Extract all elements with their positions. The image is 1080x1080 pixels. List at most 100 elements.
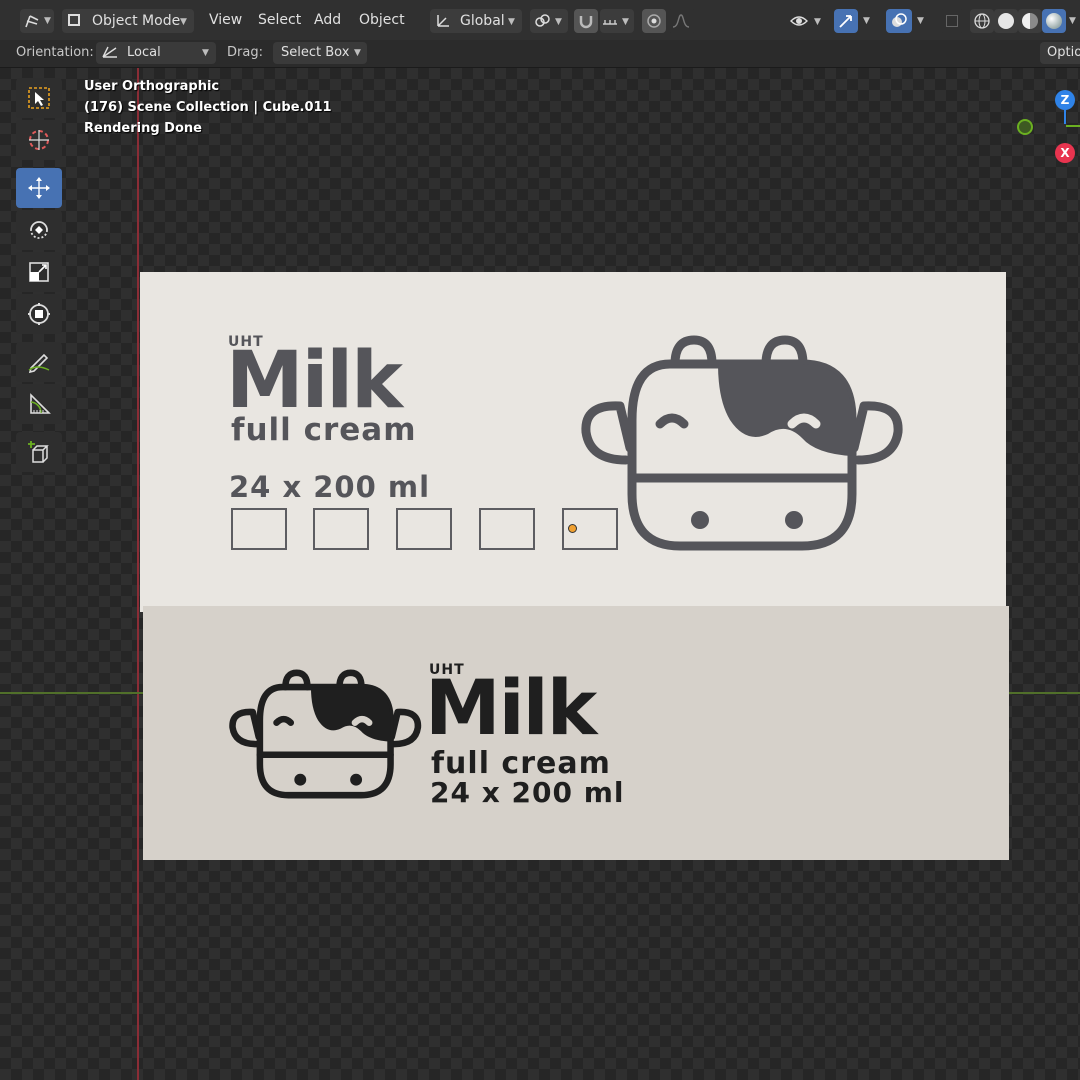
rendered-sphere-icon (1046, 13, 1062, 29)
menu-object[interactable]: Object (359, 12, 405, 28)
rotate-icon (30, 221, 48, 239)
collection-info: (176) Scene Collection | Cube.011 (84, 100, 332, 115)
viewport-header: ▼ Object Mode ▼ View Select Add Object G… (0, 0, 1080, 40)
shading-wireframe-button[interactable] (970, 9, 994, 33)
overlays-toggle[interactable] (886, 9, 912, 33)
chevron-down-icon: ▼ (508, 17, 515, 27)
falloff-curve-icon (672, 14, 690, 28)
chevron-down-icon: ▼ (202, 48, 209, 58)
add-cube-icon (28, 441, 49, 463)
magnet-icon (579, 16, 593, 29)
overlays-icon (892, 13, 907, 27)
tool-scale[interactable] (16, 252, 62, 292)
proportional-edit-toggle[interactable] (642, 9, 666, 33)
y-axis-line (137, 68, 139, 1080)
chevron-down-icon: ▼ (622, 17, 629, 27)
snap-target-dropdown[interactable]: ▼ (600, 9, 634, 33)
drag-dropdown[interactable]: Select Box ▼ (273, 42, 367, 64)
wireframe-sphere-icon (974, 13, 990, 29)
local-axes-icon (102, 46, 117, 58)
chevron-down-icon: ▼ (180, 17, 187, 27)
tool-add-cube[interactable] (16, 432, 62, 472)
gizmo-y-negative-dot[interactable] (1017, 119, 1033, 135)
solid-sphere-icon (998, 13, 1014, 29)
cursor-icon (29, 130, 49, 150)
link-icon (535, 14, 550, 27)
axes-icon (437, 15, 449, 27)
front-brand-label: Milk (425, 663, 597, 752)
chevron-down-icon[interactable]: ▼ (1069, 16, 1076, 26)
orientation-dropdown[interactable]: Local ▼ (96, 42, 216, 64)
mode-dropdown[interactable]: Object Mode ▼ (62, 9, 194, 33)
transform-orientation-label: Global (460, 13, 505, 29)
xray-icon (946, 15, 958, 27)
tool-select-box[interactable] (16, 78, 62, 118)
transform-orientation-dropdown[interactable]: Global ▼ (430, 9, 522, 33)
shading-solid-button[interactable] (994, 9, 1018, 33)
editor-type-button[interactable]: ▼ (20, 9, 54, 33)
chevron-down-icon: ▼ (814, 17, 821, 27)
chevron-down-icon: ▼ (354, 48, 361, 58)
visibility-dropdown[interactable]: ▼ (788, 9, 826, 33)
orientation-value: Local (127, 45, 161, 60)
menu-select[interactable]: Select (258, 12, 301, 28)
pivot-point-dropdown[interactable]: ▼ (530, 9, 568, 33)
xray-toggle[interactable] (940, 9, 964, 33)
object-mode-icon (68, 14, 80, 26)
snap-toggle[interactable] (574, 9, 598, 33)
move-icon (28, 177, 50, 199)
tool-transform[interactable] (16, 294, 62, 334)
top-pack-label: 24 x 200 ml (229, 470, 431, 504)
front-cow-logo (229, 669, 422, 799)
drag-value: Select Box (281, 45, 350, 60)
material-sphere-icon (1022, 13, 1038, 29)
tool-measure[interactable] (16, 384, 62, 424)
options-label: Optio (1047, 45, 1080, 60)
checkbox-square (231, 508, 287, 550)
tool-move[interactable] (16, 168, 62, 208)
orientation-label: Orientation: (16, 45, 94, 60)
eye-icon (790, 16, 808, 26)
checkbox-square (479, 508, 535, 550)
drag-label: Drag: (227, 45, 263, 60)
shading-rendered-button[interactable] (1042, 9, 1066, 33)
menu-view[interactable]: View (209, 12, 242, 28)
object-origin-dot[interactable] (568, 524, 577, 533)
mode-label: Object Mode (92, 13, 181, 29)
view-name: User Orthographic (84, 79, 220, 94)
select-box-icon (28, 87, 50, 109)
proportional-edit-icon (647, 14, 661, 28)
chevron-down-icon[interactable]: ▼ (863, 16, 870, 26)
gizmo-x-axis[interactable]: X (1055, 143, 1075, 163)
tool-rotate[interactable] (16, 210, 62, 250)
tool-cursor[interactable] (16, 120, 62, 160)
navigation-gizmo[interactable]: Z X (1010, 84, 1080, 168)
editor-type-icon (25, 15, 39, 28)
checkbox-square (313, 508, 369, 550)
milk-box-top-face[interactable]: UHT Milk full cream 24 x 200 ml (140, 272, 1006, 612)
chevron-down-icon[interactable]: ▼ (917, 16, 924, 26)
gizmo-y-line (1066, 125, 1080, 127)
gizmo-toggle[interactable] (834, 9, 858, 33)
menu-add[interactable]: Add (314, 12, 341, 28)
chevron-down-icon: ▼ (555, 17, 562, 27)
gizmo-icon (839, 15, 852, 28)
annotate-pencil-icon (28, 353, 50, 374)
options-button[interactable]: Optio (1040, 42, 1080, 64)
transform-icon (28, 303, 50, 325)
falloff-dropdown[interactable] (668, 9, 696, 33)
checkbox-square (396, 508, 452, 550)
top-cow-logo (581, 335, 903, 551)
chevron-down-icon: ▼ (44, 16, 51, 26)
front-pack-label: 24 x 200 ml (430, 776, 625, 809)
gizmo-z-axis[interactable]: Z (1055, 90, 1075, 110)
gizmo-z-line (1064, 110, 1066, 124)
snap-increment-icon (603, 20, 617, 25)
tool-annotate[interactable] (16, 342, 62, 382)
scale-icon (29, 262, 49, 282)
measure-icon (30, 393, 51, 414)
render-status: Rendering Done (84, 121, 202, 136)
milk-box-front-face[interactable]: UHT Milk full cream 24 x 200 ml (143, 606, 1009, 860)
shading-material-button[interactable] (1018, 9, 1042, 33)
top-variant-label: full cream (231, 412, 417, 448)
